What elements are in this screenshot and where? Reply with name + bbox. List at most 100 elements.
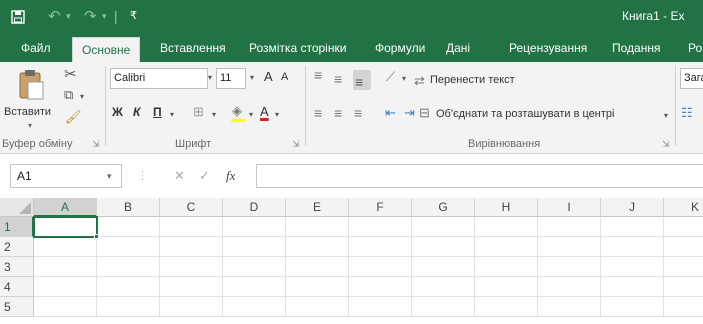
cell-i1[interactable] xyxy=(538,217,601,237)
increase-indent-icon[interactable]: ⇥ xyxy=(404,106,415,120)
tab-page-layout[interactable]: Розмітка сторінки xyxy=(249,33,346,62)
font-size-box[interactable]: 11 xyxy=(216,68,246,89)
cell-c4[interactable] xyxy=(160,277,223,297)
column-header-j[interactable]: J xyxy=(601,198,664,217)
bold-button[interactable]: Ж xyxy=(112,105,123,119)
paste-button[interactable]: Вставити ▾ xyxy=(4,66,58,136)
tab-insert[interactable]: Вставлення xyxy=(160,33,226,62)
redo-dropdown-icon[interactable]: ▾ xyxy=(102,0,107,33)
cell-j4[interactable] xyxy=(601,277,664,297)
cell-d5[interactable] xyxy=(223,297,286,317)
undo-dropdown-icon[interactable]: ▾ xyxy=(66,0,71,33)
row-header-2[interactable]: 2 xyxy=(0,237,34,257)
cell-h2[interactable] xyxy=(475,237,538,257)
cell-i5[interactable] xyxy=(538,297,601,317)
cell-d3[interactable] xyxy=(223,257,286,277)
alignment-launcher-icon[interactable]: ⇲ xyxy=(662,139,670,150)
cell-g5[interactable] xyxy=(412,297,475,317)
decrease-font-button[interactable]: A xyxy=(281,71,288,83)
confirm-entry-icon[interactable]: ✓ xyxy=(199,169,210,183)
column-header-g[interactable]: G xyxy=(412,198,475,217)
cell-a4[interactable] xyxy=(34,277,97,297)
column-header-c[interactable]: C xyxy=(160,198,223,217)
row-header-1[interactable]: 1 xyxy=(0,217,34,237)
wrap-text-button[interactable]: Перенести текст xyxy=(430,74,515,86)
cell-c5[interactable] xyxy=(160,297,223,317)
column-header-a[interactable]: A xyxy=(34,198,97,217)
underline-button[interactable]: П xyxy=(153,105,162,119)
cell-g2[interactable] xyxy=(412,237,475,257)
borders-icon[interactable]: ⊞ xyxy=(193,105,204,119)
cell-e5[interactable] xyxy=(286,297,349,317)
column-header-f[interactable]: F xyxy=(349,198,412,217)
name-box[interactable]: A1 xyxy=(10,164,122,188)
cell-h5[interactable] xyxy=(475,297,538,317)
column-header-k[interactable]: K xyxy=(664,198,703,217)
decrease-indent-icon[interactable]: ⇤ xyxy=(385,106,396,120)
fill-color-icon[interactable]: ◈ xyxy=(232,104,242,118)
number-format-box[interactable]: Зага xyxy=(680,68,703,89)
cell-i4[interactable] xyxy=(538,277,601,297)
clipboard-launcher-icon[interactable]: ⇲ xyxy=(92,139,100,150)
font-color-button[interactable]: A xyxy=(260,104,269,119)
cell-j1[interactable] xyxy=(601,217,664,237)
tab-file[interactable]: Файл xyxy=(21,33,51,62)
font-size-dropdown-icon[interactable]: ▾ xyxy=(250,71,254,85)
orientation-icon[interactable]: ⟋ xyxy=(386,70,395,84)
tab-data[interactable]: Дані xyxy=(446,33,470,62)
tab-more[interactable]: Ро xyxy=(688,33,702,62)
insert-function-button[interactable]: fx xyxy=(226,168,235,184)
cell-a5[interactable] xyxy=(34,297,97,317)
fill-color-dropdown-icon[interactable]: ▾ xyxy=(249,108,253,122)
cell-b3[interactable] xyxy=(97,257,160,277)
cell-a2[interactable] xyxy=(34,237,97,257)
select-all-button[interactable] xyxy=(0,198,34,217)
cell-e2[interactable] xyxy=(286,237,349,257)
align-left-icon[interactable]: ≡ xyxy=(314,106,322,120)
formula-input[interactable] xyxy=(256,164,703,188)
cancel-entry-icon[interactable]: ✕ xyxy=(174,169,185,183)
format-painter-icon[interactable]: 🖌 xyxy=(65,110,82,124)
font-color-dropdown-icon[interactable]: ▾ xyxy=(275,108,279,122)
align-center-icon[interactable]: ≡ xyxy=(334,106,342,120)
cell-k4[interactable] xyxy=(664,277,703,297)
column-header-h[interactable]: H xyxy=(475,198,538,217)
cell-i3[interactable] xyxy=(538,257,601,277)
accounting-format-icon[interactable]: ☷ xyxy=(681,106,693,120)
merge-center-button[interactable]: Об'єднати та розташувати в центрі xyxy=(436,108,614,120)
align-middle-icon[interactable]: ≡ xyxy=(334,72,342,86)
cell-c3[interactable] xyxy=(160,257,223,277)
save-icon[interactable] xyxy=(11,0,25,33)
cell-j5[interactable] xyxy=(601,297,664,317)
align-right-icon[interactable]: ≡ xyxy=(354,106,362,120)
customize-toolbar-icon[interactable]: ₹ xyxy=(130,0,137,33)
orientation-dropdown-icon[interactable]: ▾ xyxy=(402,72,406,86)
cell-d1[interactable] xyxy=(223,217,286,237)
underline-dropdown-icon[interactable]: ▾ xyxy=(170,108,174,122)
cell-f5[interactable] xyxy=(349,297,412,317)
cell-c2[interactable] xyxy=(160,237,223,257)
borders-dropdown-icon[interactable]: ▾ xyxy=(212,108,216,122)
cell-e3[interactable] xyxy=(286,257,349,277)
tab-review[interactable]: Рецензування xyxy=(509,33,587,62)
cell-k5[interactable] xyxy=(664,297,703,317)
row-header-4[interactable]: 4 xyxy=(0,277,34,297)
cell-b5[interactable] xyxy=(97,297,160,317)
cell-g3[interactable] xyxy=(412,257,475,277)
italic-button[interactable]: К xyxy=(133,105,140,119)
merge-center-icon[interactable]: ⊟ xyxy=(419,106,430,120)
cell-j3[interactable] xyxy=(601,257,664,277)
cell-b1[interactable] xyxy=(97,217,160,237)
tab-home[interactable]: Основне xyxy=(72,37,141,62)
undo-icon[interactable]: ↶ xyxy=(48,0,61,33)
tab-view[interactable]: Подання xyxy=(612,33,660,62)
cell-h3[interactable] xyxy=(475,257,538,277)
cell-d4[interactable] xyxy=(223,277,286,297)
wrap-text-icon[interactable]: ⇄ xyxy=(414,74,425,88)
cell-f2[interactable] xyxy=(349,237,412,257)
font-name-box[interactable]: Calibri xyxy=(110,68,208,89)
redo-icon[interactable]: ↷ xyxy=(84,0,97,33)
column-header-d[interactable]: D xyxy=(223,198,286,217)
cell-a3[interactable] xyxy=(34,257,97,277)
copy-icon[interactable]: ⧉ xyxy=(64,88,73,102)
